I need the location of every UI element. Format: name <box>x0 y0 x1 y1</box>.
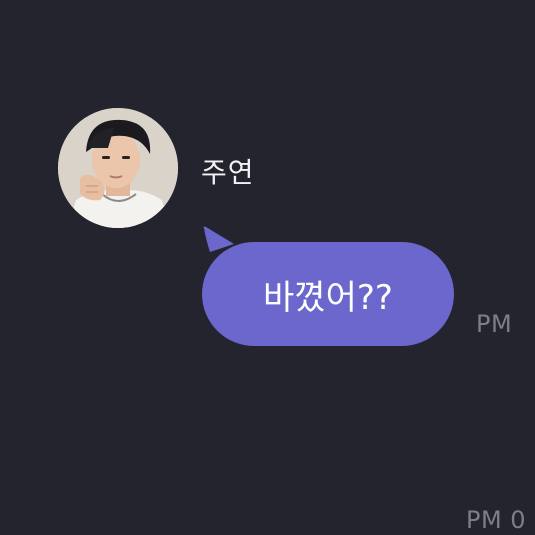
sender-name: 주연 <box>201 156 255 189</box>
profile-photo-icon <box>58 108 178 228</box>
message-bubble[interactable]: 바꼈어?? <box>200 226 458 348</box>
avatar[interactable] <box>58 108 178 228</box>
message-group: 주연 바꼈어?? PM <box>0 0 535 535</box>
message-text: 바꼈어?? <box>263 277 393 318</box>
next-message-timestamp: PM 0 <box>466 506 527 534</box>
chat-screen: 주연 바꼈어?? PM PM 0 <box>0 0 535 535</box>
message-timestamp: PM <box>476 310 513 338</box>
message-bubble-body: 바꼈어?? <box>202 242 454 346</box>
